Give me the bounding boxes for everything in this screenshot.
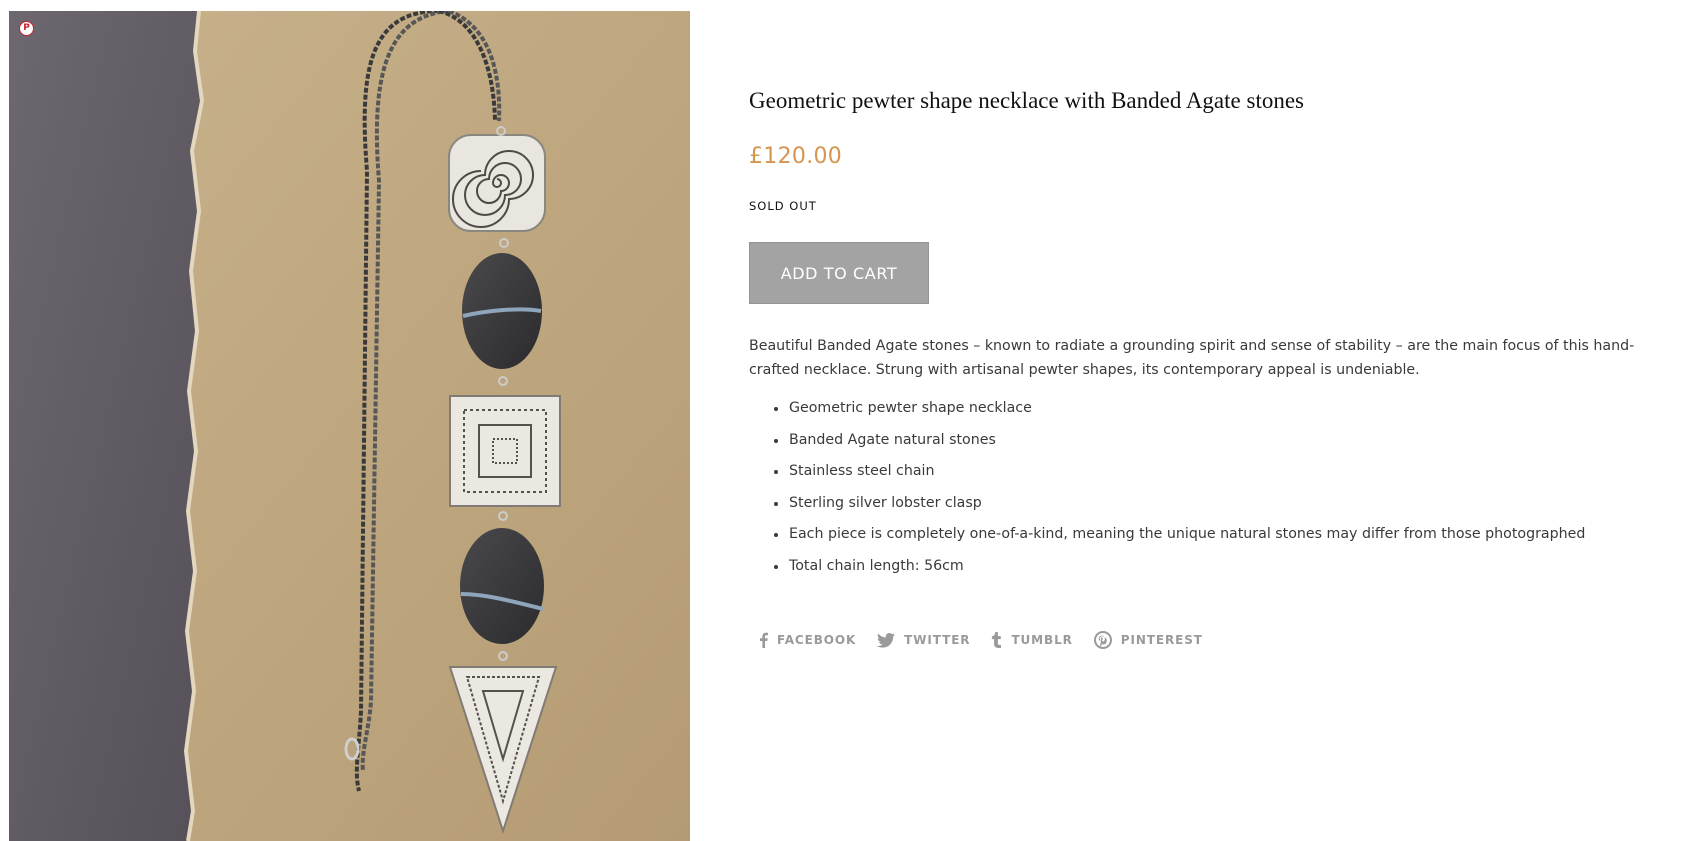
list-item: Sterling silver lobster clasp [773,491,1585,523]
product-image[interactable]: P [9,11,690,841]
product-price: £120.00 [749,144,843,169]
product-page: P Geometric pewter shape necklace with B… [0,0,1683,841]
pinterest-icon[interactable]: P [19,21,34,36]
share-pinterest-label: PINTEREST [1120,633,1203,647]
pinterest-icon [1093,631,1112,649]
list-item: Banded Agate natural stones [773,428,1585,460]
share-twitter-label: TWITTER [904,633,971,647]
list-item: Total chain length: 56cm [773,554,1585,586]
share-pinterest-link[interactable]: PINTEREST [1093,631,1203,649]
list-item: Geometric pewter shape necklace [773,396,1585,428]
share-facebook-label: FACEBOOK [777,633,857,647]
tumblr-icon [992,632,1002,648]
social-share-bar: FACEBOOK TWITTER TUMBLR PINTEREST [759,631,1224,649]
add-to-cart-button[interactable]: ADD TO CART [749,242,929,304]
list-item: Each piece is completely one-of-a-kind, … [773,522,1585,554]
necklace-photo [9,11,690,841]
share-facebook-link[interactable]: FACEBOOK [759,632,856,648]
availability-status: SOLD OUT [749,199,817,213]
twitter-icon [877,632,896,648]
share-tumblr-label: TUMBLR [1011,633,1073,647]
feature-list: Geometric pewter shape necklace Banded A… [749,396,1585,586]
share-twitter-link[interactable]: TWITTER [877,632,971,648]
list-item: Stainless steel chain [773,459,1585,491]
share-tumblr-link[interactable]: TUMBLR [991,632,1072,648]
product-description: Beautiful Banded Agate stones – known to… [749,338,1635,378]
product-title: Geometric pewter shape necklace with Ban… [749,88,1304,113]
facebook-icon [760,632,768,648]
